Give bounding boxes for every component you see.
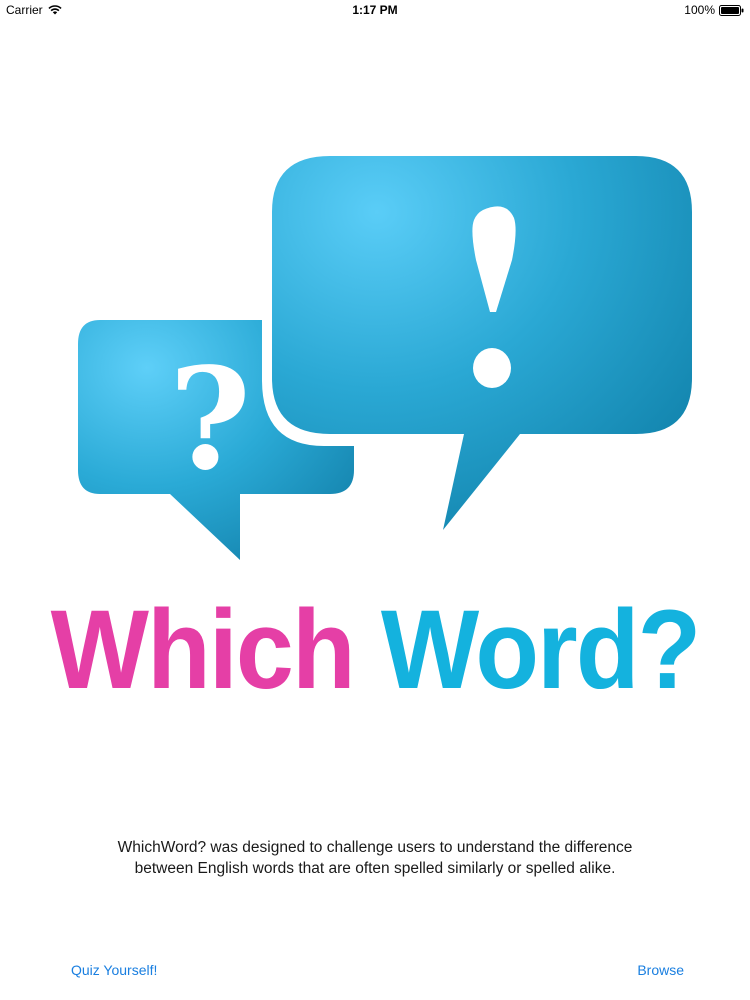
browse-button[interactable]: Browse <box>637 962 684 978</box>
description-line-1: WhichWord? was designed to challenge use… <box>117 839 633 856</box>
app-title: Which Word? <box>26 590 724 710</box>
status-time: 1:17 PM <box>352 3 398 17</box>
title-word: Word? <box>380 587 701 712</box>
status-bar: Carrier 1:17 PM 100% <box>0 0 750 22</box>
description-line-2: between English words that are often spe… <box>134 860 616 877</box>
app-description: WhichWord? was designed to challenge use… <box>0 837 750 879</box>
battery-icon <box>719 4 744 16</box>
battery-percent: 100% <box>684 3 715 17</box>
which-word-logo: ? <box>78 150 700 560</box>
title-which: Which <box>50 587 356 712</box>
question-mark-icon: ? <box>169 338 251 502</box>
quiz-yourself-button[interactable]: Quiz Yourself! <box>71 962 157 978</box>
battery-indicator: 100% <box>684 3 744 17</box>
